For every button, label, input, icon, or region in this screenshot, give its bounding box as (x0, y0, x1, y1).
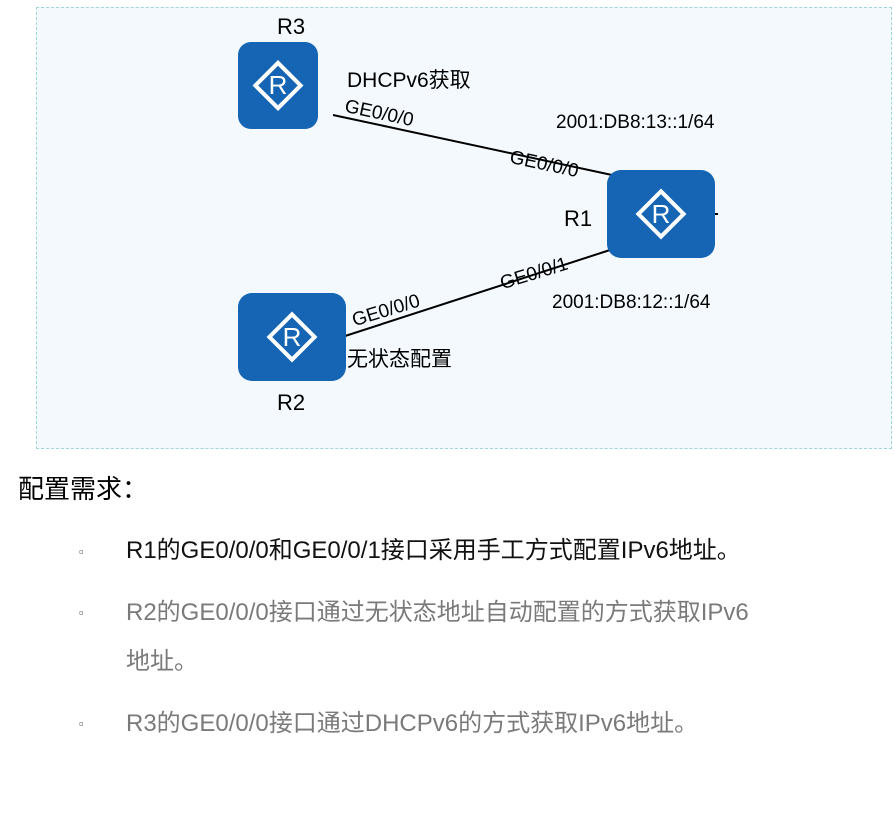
router-icon-letter: R (269, 70, 288, 100)
r1-ge000-address: 2001:DB8:13::1/64 (556, 112, 715, 133)
bullet-icon: ▫ (79, 605, 84, 620)
r3-method-label: DHCPv6获取 (347, 69, 471, 92)
router-r2-name: R2 (277, 390, 306, 415)
bullet-icon: ▫ (79, 716, 84, 731)
r1-ge001-address: 2001:DB8:12::1/64 (552, 292, 711, 313)
bullet-icon: ▫ (79, 544, 84, 559)
requirements-title: 配置需求： (18, 474, 149, 504)
router-icon-letter: R (652, 199, 671, 229)
router-r1-name: R1 (564, 206, 593, 231)
router-r1-icon[interactable]: R (607, 170, 715, 258)
requirement-item-2-line2: 地址。 (126, 648, 198, 675)
r2-method-label: 无状态配置 (347, 348, 452, 371)
router-r3-icon[interactable]: R (238, 42, 318, 129)
requirement-item-1: R1的GE0/0/0和GE0/0/1接口采用手工方式配置IPv6地址。 (126, 537, 741, 564)
router-r3-name: R3 (277, 14, 306, 39)
requirement-item-3: R3的GE0/0/0接口通过DHCPv6的方式获取IPv6地址。 (126, 710, 699, 737)
router-r2-icon[interactable]: R (238, 293, 346, 381)
requirement-item-2-line1: R2的GE0/0/0接口通过无状态地址自动配置的方式获取IPv6 (126, 599, 749, 626)
router-icon-letter: R (283, 322, 302, 352)
